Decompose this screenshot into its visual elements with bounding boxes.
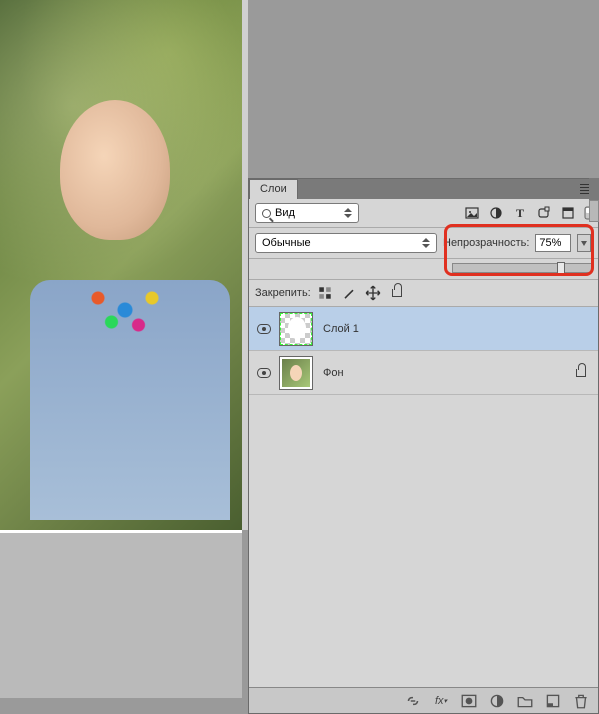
mask-icon[interactable]: [460, 692, 478, 710]
panel-tabs: Слои: [249, 179, 598, 199]
filter-type-label: Вид: [275, 207, 295, 219]
eye-icon: [257, 368, 271, 378]
opacity-slider-row: [249, 259, 598, 280]
image-subject: [20, 40, 220, 520]
image-filter-icon[interactable]: [464, 206, 480, 220]
search-icon: [262, 209, 271, 218]
layers-panel-footer: fx▾: [249, 687, 598, 713]
opacity-input[interactable]: 75%: [535, 234, 571, 252]
filter-type-select[interactable]: Вид: [255, 203, 359, 223]
new-layer-icon[interactable]: [544, 692, 562, 710]
canvas-pasteboard: [0, 530, 242, 698]
layers-panel: Слои Вид T Обычные Непрозрачность:: [248, 178, 599, 714]
opacity-slider-thumb[interactable]: [557, 262, 565, 276]
blend-mode-label: Обычные: [262, 237, 311, 249]
lock-label: Закрепить:: [255, 287, 311, 299]
blend-mode-select[interactable]: Обычные: [255, 233, 437, 253]
lock-pixels-icon[interactable]: [317, 285, 333, 301]
panel-dock-button[interactable]: [589, 200, 599, 222]
tab-layers[interactable]: Слои: [249, 179, 298, 199]
group-icon[interactable]: [516, 692, 534, 710]
panels-area: Слои Вид T Обычные Непрозрачность:: [248, 0, 599, 714]
shape-filter-icon[interactable]: [536, 206, 552, 220]
document-image[interactable]: [0, 0, 242, 530]
smart-filter-icon[interactable]: [560, 206, 576, 220]
trash-icon[interactable]: [572, 692, 590, 710]
opacity-value: 75%: [539, 237, 561, 249]
layer-name[interactable]: Слой 1: [323, 323, 359, 335]
layer-lock-icon[interactable]: [576, 369, 586, 377]
layer-row[interactable]: Фон: [249, 351, 598, 395]
layer-thumbnail[interactable]: [279, 356, 313, 390]
opacity-dropdown-button[interactable]: [577, 234, 591, 252]
blend-opacity-row: Обычные Непрозрачность: 75%: [249, 228, 598, 259]
layer-thumbnail[interactable]: [279, 312, 313, 346]
layer-name[interactable]: Фон: [323, 367, 344, 379]
layer-row[interactable]: Слой 1: [249, 307, 598, 351]
filter-icons: T: [464, 206, 592, 220]
fx-icon[interactable]: fx▾: [432, 692, 450, 710]
lock-position-icon[interactable]: [365, 285, 381, 301]
type-filter-icon[interactable]: T: [512, 206, 528, 220]
layer-visibility-toggle[interactable]: [249, 324, 279, 334]
lock-row: Закрепить:: [249, 280, 598, 307]
layer-list: Слой 1 Фон: [249, 307, 598, 395]
lock-brush-icon[interactable]: [341, 285, 357, 301]
opacity-slider[interactable]: [452, 263, 592, 273]
panel-collapse-button[interactable]: [589, 178, 599, 200]
adjustment-filter-icon[interactable]: [488, 206, 504, 220]
link-icon[interactable]: [404, 692, 422, 710]
layer-filter-row: Вид T: [249, 199, 598, 228]
layer-visibility-toggle[interactable]: [249, 368, 279, 378]
opacity-label: Непрозрачность:: [443, 237, 529, 249]
lock-all-icon[interactable]: [389, 285, 405, 301]
eye-icon: [257, 324, 271, 334]
adjustment-icon[interactable]: [488, 692, 506, 710]
canvas-area: [0, 0, 248, 714]
